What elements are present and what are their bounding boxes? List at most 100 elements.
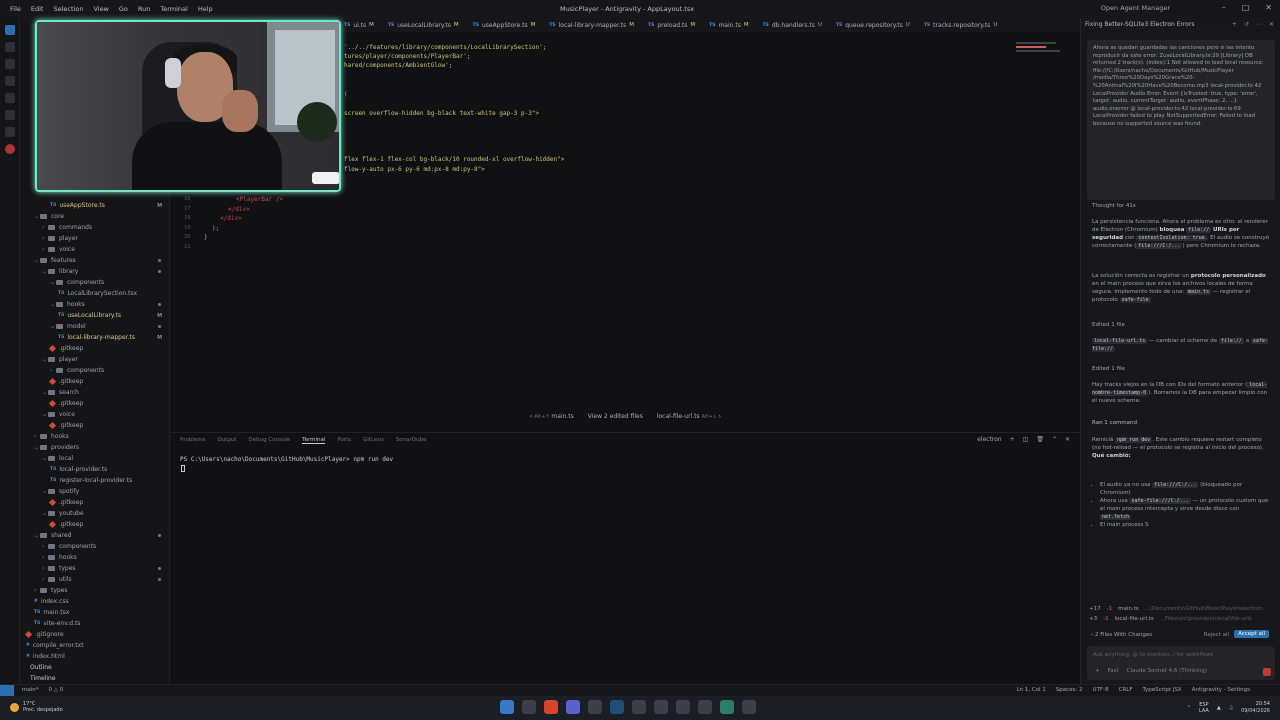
folder-item[interactable]: ⌄ voice xyxy=(20,409,170,420)
file-item[interactable]: .gitkeep xyxy=(20,420,170,431)
menu-item-terminal[interactable]: Terminal xyxy=(160,5,187,13)
remote-icon[interactable] xyxy=(5,110,15,120)
maximize-icon[interactable]: □ xyxy=(1242,3,1250,12)
panel-tab-debug-console[interactable]: Debug Console xyxy=(248,437,290,444)
panel-tab-gitlens[interactable]: GitLens xyxy=(363,437,384,444)
folder-item[interactable]: › components xyxy=(20,365,170,376)
file-item[interactable]: .gitkeep xyxy=(20,376,170,387)
search-taskbar-icon[interactable] xyxy=(522,700,536,714)
file-item[interactable]: TS useAppStore.ts M xyxy=(20,200,170,211)
folder-item[interactable]: ⌄ shared xyxy=(20,530,170,541)
app-icon[interactable] xyxy=(720,700,734,714)
folder-item[interactable]: › voice xyxy=(20,244,170,255)
brave-icon[interactable] xyxy=(544,700,558,714)
folder-item[interactable]: › player xyxy=(20,233,170,244)
outline-section[interactable]: Outline xyxy=(30,664,52,671)
folder-item[interactable]: › components xyxy=(20,541,170,552)
app-icon[interactable] xyxy=(654,700,668,714)
menu-item-view[interactable]: View xyxy=(93,5,108,13)
encoding[interactable]: UTF-8 xyxy=(1093,687,1109,693)
new-chat-icon[interactable]: + xyxy=(1232,21,1237,28)
settings-link[interactable]: Antigravity - Settings xyxy=(1192,687,1250,693)
volume-icon[interactable]: ♫ xyxy=(1229,705,1233,711)
terminal-name[interactable]: electron xyxy=(977,436,1002,443)
discord-icon[interactable] xyxy=(566,700,580,714)
file-item[interactable]: TS local-provider.ts xyxy=(20,464,170,475)
steam-icon[interactable] xyxy=(610,700,624,714)
language-mode[interactable]: TypeScript JSX xyxy=(1142,687,1181,693)
folder-item[interactable]: ⌄ spotify xyxy=(20,486,170,497)
folder-item[interactable]: ⌄ providers xyxy=(20,442,170,453)
extensions-icon[interactable] xyxy=(5,93,15,103)
cursor-position[interactable]: Ln 1, Col 1 xyxy=(1017,687,1046,693)
edited-file-2[interactable]: Edited 1 file xyxy=(1092,365,1272,373)
editor-tab[interactable]: TS tracks.repository.ts U xyxy=(924,22,998,29)
menu-item-file[interactable]: File xyxy=(10,5,21,13)
new-terminal-icon[interactable]: + xyxy=(1010,436,1015,443)
folder-item[interactable]: ⌄ player xyxy=(20,354,170,365)
weather-widget[interactable]: 17°C Prec. despejado xyxy=(10,701,63,713)
language-indicator[interactable]: ESP LAA xyxy=(1199,702,1209,714)
prev-file-button[interactable]: ‹ Alt+↑ main.ts xyxy=(530,413,574,420)
file-item[interactable]: .gitkeep xyxy=(20,497,170,508)
ran-command[interactable]: Ran 1 command xyxy=(1092,419,1272,427)
explorer-icon[interactable] xyxy=(5,25,15,35)
testing-icon[interactable] xyxy=(5,127,15,137)
app-icon[interactable] xyxy=(676,700,690,714)
changed-file-row[interactable]: +3 -1 local-file-url.ts ...Files\src\provid… xyxy=(1089,614,1273,624)
clock[interactable]: 20:54 09/04/2026 xyxy=(1241,701,1270,715)
minimize-icon[interactable]: – xyxy=(1222,3,1226,12)
mode-selector[interactable]: Fast xyxy=(1108,668,1119,674)
terminal-prompt[interactable]: PS C:\Users\nacho\Documents\GitHub\Music… xyxy=(180,456,393,463)
menu-item-help[interactable]: Help xyxy=(198,5,213,13)
file-item[interactable]: TS local-library-mapper.ts M xyxy=(20,332,170,343)
network-icon[interactable]: ▲ xyxy=(1217,705,1221,711)
menu-item-selection[interactable]: Selection xyxy=(53,5,83,13)
file-item[interactable]: .gitkeep xyxy=(20,398,170,409)
file-item[interactable]: TS register-local-provider.ts xyxy=(20,475,170,486)
file-item[interactable]: TS useLocalLibrary.ts M xyxy=(20,310,170,321)
kill-terminal-icon[interactable]: 🗑 xyxy=(1036,436,1044,443)
model-selector[interactable]: Claude Sonnet 4.6 (Thinking) xyxy=(1127,668,1207,674)
search-icon[interactable] xyxy=(5,42,15,52)
changed-file-row[interactable]: +17 -1 main.ts ...\Documents\GitHub\MusicPl… xyxy=(1089,604,1273,614)
start-icon[interactable] xyxy=(500,700,514,714)
editor-tab[interactable]: TS preload.ts M xyxy=(648,22,695,29)
file-item[interactable]: TS LocalLibrarySection.tsx xyxy=(20,288,170,299)
line-ending[interactable]: CRLF xyxy=(1119,687,1133,693)
tray-chevron-icon[interactable]: ⌃ xyxy=(1187,705,1191,711)
source-control-icon[interactable] xyxy=(5,59,15,69)
file-item[interactable]: # index.css xyxy=(20,596,170,607)
app-icon[interactable] xyxy=(698,700,712,714)
remote-indicator[interactable] xyxy=(0,685,14,696)
app-icon[interactable] xyxy=(588,700,602,714)
folder-item[interactable]: ⌄ local xyxy=(20,453,170,464)
stop-button[interactable] xyxy=(1263,668,1271,676)
menu-item-run[interactable]: Run xyxy=(138,5,150,13)
close-agent-icon[interactable]: ✕ xyxy=(1269,21,1274,28)
reject-all-button[interactable]: Reject all xyxy=(1204,632,1229,638)
close-icon[interactable]: ✕ xyxy=(1265,3,1272,12)
editor-tab[interactable]: TS db.handlers.ts U xyxy=(763,22,822,29)
files-changed-label[interactable]: 2 Files With Changes xyxy=(1095,632,1152,638)
gitlens-icon[interactable] xyxy=(5,144,15,154)
timeline-section[interactable]: Timeline xyxy=(30,675,56,682)
file-item[interactable]: TS main.tsx xyxy=(20,607,170,618)
folder-item[interactable]: ⌄ youtube xyxy=(20,508,170,519)
chat-input[interactable]: Ask anything, @ to mention, / for workfl… xyxy=(1087,646,1275,680)
minimap[interactable] xyxy=(1016,42,1064,60)
folder-item[interactable]: ⌄ search xyxy=(20,387,170,398)
folder-item[interactable]: › commands xyxy=(20,222,170,233)
folder-item[interactable]: ⌄ model xyxy=(20,321,170,332)
folder-item[interactable]: › hooks xyxy=(20,431,170,442)
folder-item[interactable]: ⌄ library xyxy=(20,266,170,277)
panel-tab-sonarqube[interactable]: SonarQube xyxy=(396,437,427,444)
thought-label[interactable]: Thought for 41s xyxy=(1092,202,1272,210)
panel-tab-problems[interactable]: Problems xyxy=(180,437,205,444)
editor-tab[interactable]: TS ui.ts M xyxy=(344,22,374,29)
folder-item[interactable]: › types xyxy=(20,585,170,596)
folder-item[interactable]: › hooks xyxy=(20,552,170,563)
folder-item[interactable]: ⌄ hooks xyxy=(20,299,170,310)
menu-item-edit[interactable]: Edit xyxy=(31,5,44,13)
panel-tab-output[interactable]: Output xyxy=(217,437,236,444)
